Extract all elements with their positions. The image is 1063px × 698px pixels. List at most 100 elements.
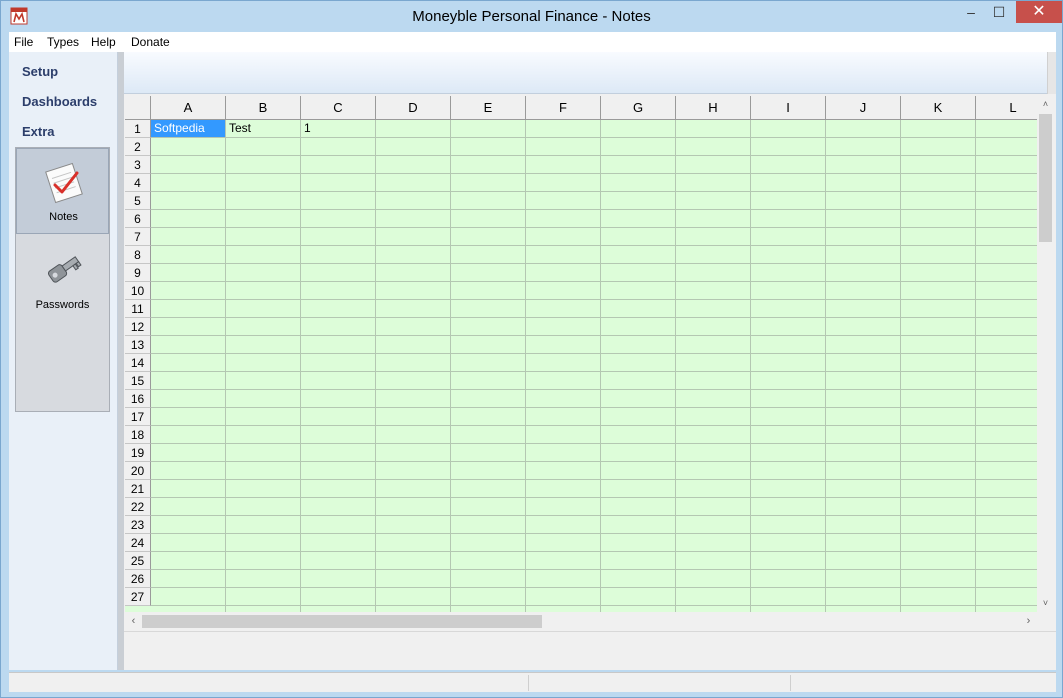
toolbar-strip: [124, 52, 1056, 94]
column-header[interactable]: K: [901, 96, 976, 120]
nav-section-extra[interactable]: Extra: [22, 121, 55, 143]
column-header[interactable]: E: [451, 96, 526, 120]
grid-row-line: [151, 425, 1037, 426]
column-header[interactable]: H: [676, 96, 751, 120]
row-header[interactable]: 4: [125, 174, 151, 192]
vertical-scrollbar[interactable]: ˄ ˅: [1037, 96, 1054, 612]
title-bar[interactable]: Moneyble Personal Finance - Notes – ☐ ✕: [1, 1, 1062, 32]
grid-column-line: [675, 120, 676, 612]
menu-types[interactable]: Types: [42, 32, 84, 52]
row-header[interactable]: 22: [125, 498, 151, 516]
row-header[interactable]: 19: [125, 444, 151, 462]
scroll-right-icon[interactable]: ›: [1020, 612, 1037, 630]
grid-column-line: [600, 120, 601, 612]
row-header[interactable]: 5: [125, 192, 151, 210]
row-header[interactable]: 27: [125, 588, 151, 606]
content-area: A B C D E F G H I J K L 1 2 3 4 5 6 7 8 9 10 11 12 13 14 15 16 17 18 1…: [124, 52, 1056, 670]
row-header[interactable]: 16: [125, 390, 151, 408]
row-header[interactable]: 3: [125, 156, 151, 174]
column-header[interactable]: I: [751, 96, 826, 120]
row-header[interactable]: 18: [125, 426, 151, 444]
menu-donate[interactable]: Donate: [126, 32, 175, 52]
grid-column-line: [375, 120, 376, 612]
row-header[interactable]: 20: [125, 462, 151, 480]
grid-row-line: [151, 263, 1037, 264]
column-header[interactable]: L: [976, 96, 1037, 120]
column-header[interactable]: J: [826, 96, 901, 120]
notes-spreadsheet[interactable]: A B C D E F G H I J K L 1 2 3 4 5 6 7 8 9 10 11 12 13 14 15 16 17 18 1…: [125, 96, 1037, 612]
grid-row-line: [151, 569, 1037, 570]
row-header[interactable]: 24: [125, 534, 151, 552]
close-button[interactable]: ✕: [1016, 1, 1062, 23]
row-header[interactable]: 2: [125, 138, 151, 156]
row-header[interactable]: 7: [125, 228, 151, 246]
grid-row-line: [151, 533, 1037, 534]
grid-row-line: [151, 443, 1037, 444]
grid-row-line: [151, 587, 1037, 588]
grid-row-line: [151, 479, 1037, 480]
row-header[interactable]: 23: [125, 516, 151, 534]
grid-column-line: [300, 120, 301, 612]
scroll-down-icon[interactable]: ˅: [1037, 595, 1054, 612]
vertical-scroll-thumb[interactable]: [1039, 114, 1052, 242]
grid-row-line: [151, 299, 1037, 300]
row-header[interactable]: 13: [125, 336, 151, 354]
menu-file[interactable]: File: [9, 32, 38, 52]
row-header[interactable]: 6: [125, 210, 151, 228]
menu-bar: File Types Help Donate: [9, 32, 1056, 52]
column-header[interactable]: C: [301, 96, 376, 120]
app-logo-icon: [10, 7, 28, 25]
nav-button-passwords[interactable]: Passwords: [16, 235, 109, 321]
notes-icon: [45, 162, 83, 204]
row-header[interactable]: 17: [125, 408, 151, 426]
row-header[interactable]: 21: [125, 480, 151, 498]
grid-corner[interactable]: [125, 96, 151, 120]
horizontal-scroll-thumb[interactable]: [142, 615, 542, 628]
grid-cell[interactable]: Test: [226, 120, 300, 137]
row-header[interactable]: 14: [125, 354, 151, 372]
grid-row-line: [151, 407, 1037, 408]
bottom-panel: [124, 631, 1056, 670]
grid-column-line: [525, 120, 526, 612]
column-header[interactable]: D: [376, 96, 451, 120]
column-header[interactable]: F: [526, 96, 601, 120]
scroll-up-icon[interactable]: ˄: [1037, 96, 1054, 113]
row-header[interactable]: 1: [125, 120, 151, 138]
toolbar-scroll[interactable]: [1047, 52, 1056, 94]
grid-column-line: [225, 120, 226, 612]
grid-row-line: [151, 605, 1037, 606]
grid-row-line: [151, 137, 1037, 138]
nav-button-notes[interactable]: Notes: [16, 148, 109, 234]
grid-row-line: [151, 281, 1037, 282]
row-header[interactable]: 8: [125, 246, 151, 264]
grid-row-line: [151, 371, 1037, 372]
row-header[interactable]: 26: [125, 570, 151, 588]
extra-panel: Notes Passwords: [15, 147, 110, 412]
row-header[interactable]: 11: [125, 300, 151, 318]
grid-row-line: [151, 551, 1037, 552]
row-header[interactable]: 9: [125, 264, 151, 282]
nav-label-passwords: Passwords: [35, 299, 90, 311]
row-header[interactable]: 25: [125, 552, 151, 570]
scroll-left-icon[interactable]: ‹: [125, 612, 142, 630]
grid-cell[interactable]: Softpedia: [151, 120, 225, 137]
nav-section-setup[interactable]: Setup: [22, 61, 58, 83]
grid-column-line: [825, 120, 826, 612]
row-header[interactable]: 10: [125, 282, 151, 300]
maximize-button[interactable]: ☐: [982, 1, 1016, 23]
row-header[interactable]: 15: [125, 372, 151, 390]
grid-column-line: [900, 120, 901, 612]
grid-row-line: [151, 227, 1037, 228]
grid-cell[interactable]: 1: [301, 120, 375, 137]
grid-row-line: [151, 155, 1037, 156]
grid-row-line: [151, 209, 1037, 210]
column-header[interactable]: B: [226, 96, 301, 120]
column-header[interactable]: A: [151, 96, 226, 120]
nav-section-dashboards[interactable]: Dashboards: [22, 91, 97, 113]
row-header[interactable]: 12: [125, 318, 151, 336]
horizontal-scrollbar[interactable]: ‹ ›: [125, 612, 1037, 630]
key-icon: [47, 256, 82, 283]
column-header[interactable]: G: [601, 96, 676, 120]
menu-help[interactable]: Help: [86, 32, 121, 52]
status-segment-1: [9, 675, 529, 691]
